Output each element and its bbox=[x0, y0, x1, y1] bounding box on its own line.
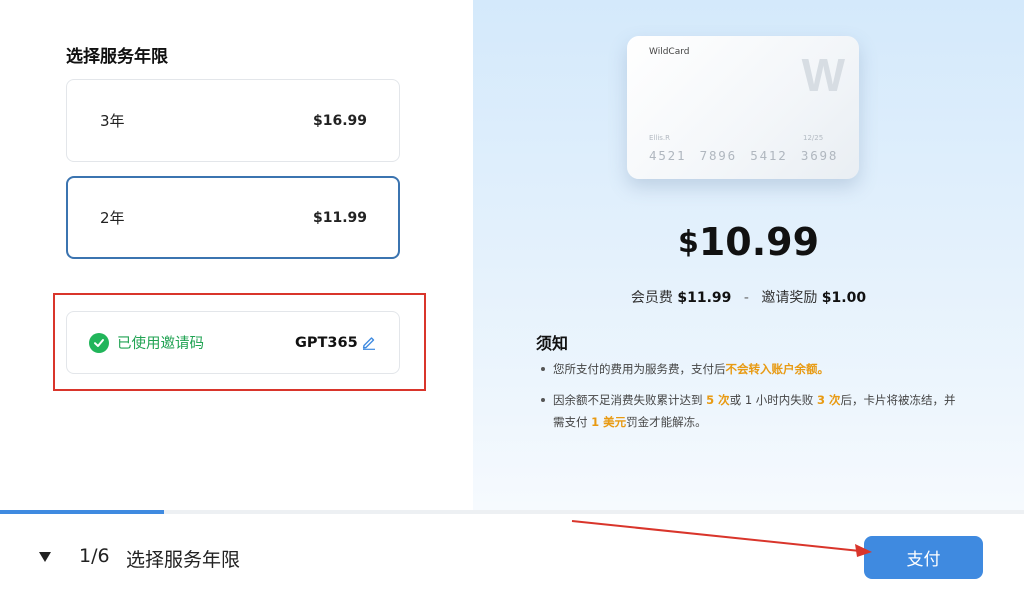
invite-code-box: 已使用邀请码 GPT365 bbox=[66, 311, 400, 374]
notice-highlight: 不会转入账户余额。 bbox=[725, 362, 830, 376]
collapse-triangle-icon[interactable] bbox=[38, 549, 52, 563]
total-price: $10.99 bbox=[473, 220, 1024, 264]
order-summary-panel: WildCard W Ellis.R 12/25 4521 7896 5412 … bbox=[473, 0, 1024, 510]
check-circle-icon bbox=[89, 332, 109, 353]
card-holder: Ellis.R bbox=[649, 134, 670, 142]
plan-option-2-years-selected[interactable]: 2年 $11.99 bbox=[66, 176, 400, 259]
notice-highlight: 3 次 bbox=[816, 393, 841, 407]
notice-highlight: 5 次 bbox=[706, 393, 730, 407]
notice-title: 须知 bbox=[536, 334, 569, 353]
footer-bar: 1/6 选择服务年限 支付 bbox=[0, 514, 1024, 598]
plan-label: 3年 bbox=[100, 112, 125, 130]
invite-code-value: GPT365 bbox=[295, 334, 358, 351]
fee-label: 会员费 bbox=[630, 290, 673, 306]
price-breakdown: 会员费 $11.99 - 邀请奖励 $1.00 bbox=[473, 287, 1024, 307]
invite-status-label: 已使用邀请码 bbox=[117, 336, 204, 352]
notice-text: 罚金才能解冻。 bbox=[626, 415, 707, 429]
card-brand: WildCard bbox=[649, 47, 690, 57]
notice-text: 因余额不足消费失败累计达到 bbox=[553, 393, 707, 407]
plan-price: $16.99 bbox=[312, 112, 367, 129]
card-logo: W bbox=[801, 49, 845, 101]
currency-symbol: $ bbox=[677, 225, 699, 260]
section-title: 选择服务年限 bbox=[66, 47, 168, 67]
step-title: 选择服务年限 bbox=[126, 549, 241, 571]
reward-value: $1.00 bbox=[821, 290, 867, 306]
reward-label: 邀请奖励 bbox=[761, 290, 818, 306]
notice-text: 您所支付的费用为服务费，支付后 bbox=[553, 362, 726, 376]
total-amount: 10.99 bbox=[698, 220, 820, 264]
notice-item-1: 您所支付的费用为服务费，支付后不会转入账户余额。 bbox=[539, 358, 959, 380]
step-counter: 1/6 bbox=[79, 545, 110, 567]
card-number: 4521 7896 5412 3698 bbox=[649, 148, 839, 163]
notice-item-2: 因余额不足消费失败累计达到 5 次或 1 小时内失败 3 次后，卡片将被冻结，并… bbox=[539, 389, 959, 433]
breakdown-separator: - bbox=[743, 290, 749, 306]
card-expiry: 12/25 bbox=[803, 134, 824, 142]
plan-label: 2年 bbox=[100, 209, 125, 227]
plan-selection-panel: 选择服务年限 3年 $16.99 2年 $11.99 已使用邀请码 GPT365 bbox=[0, 0, 473, 510]
pay-button[interactable]: 支付 bbox=[864, 536, 983, 579]
payment-page: 选择服务年限 3年 $16.99 2年 $11.99 已使用邀请码 GPT365… bbox=[0, 0, 1024, 598]
notice-text: 或 1 小时内失败 bbox=[729, 393, 817, 407]
plan-price: $11.99 bbox=[312, 209, 367, 226]
edit-pencil-icon[interactable] bbox=[361, 334, 377, 350]
plan-option-3-years[interactable]: 3年 $16.99 bbox=[66, 79, 400, 162]
virtual-card: WildCard W Ellis.R 12/25 4521 7896 5412 … bbox=[627, 36, 859, 179]
notice-highlight: 1 美元 bbox=[591, 415, 627, 429]
fee-value: $11.99 bbox=[677, 290, 732, 306]
